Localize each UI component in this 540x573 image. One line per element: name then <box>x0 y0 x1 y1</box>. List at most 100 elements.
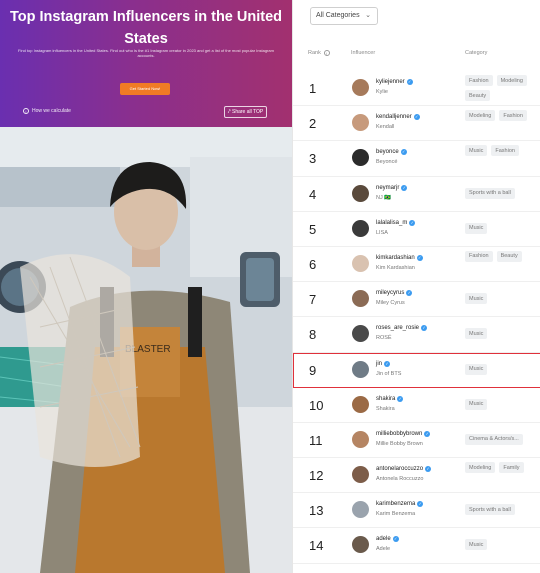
influencer-handle[interactable]: roses_are_rosie ✓ <box>376 325 428 332</box>
category-chips: Cinema & Actors/s... <box>465 433 540 445</box>
table-row[interactable]: 1 kyliejenner ✓ Kylie Fashion Modeling Beauty <box>293 71 540 107</box>
info-icon[interactable]: i <box>323 50 330 56</box>
avatar[interactable] <box>352 290 369 308</box>
category-chip[interactable]: Beauty <box>496 250 522 262</box>
category-chip[interactable]: Sports with a ball <box>465 187 515 199</box>
table-row[interactable]: 2 kendalljenner ✓ Kendall Modeling Fashion <box>293 106 540 142</box>
info-icon: i <box>23 108 29 114</box>
influencer-handle[interactable]: neymarjr ✓ <box>376 184 408 191</box>
table-row[interactable]: 5 lalalalisa_m ✓ LISA Music <box>293 212 540 247</box>
category-chip[interactable]: Music <box>465 328 488 340</box>
category-chip[interactable]: Fashion <box>499 110 527 122</box>
category-chips: Music <box>465 398 540 410</box>
avatar[interactable] <box>352 219 369 237</box>
influencer-handle[interactable]: mileycyrus ✓ <box>376 290 413 297</box>
category-chip[interactable]: Music <box>465 293 488 305</box>
avatar[interactable] <box>352 79 369 96</box>
category-chip[interactable]: Music <box>465 222 488 234</box>
verified-icon: ✓ <box>384 360 391 367</box>
influencer-handle[interactable]: beyonce ✓ <box>376 149 407 156</box>
table-row[interactable]: 14 adele ✓ Adele Music <box>293 528 540 564</box>
verified-icon: ✓ <box>400 149 407 156</box>
avatar[interactable] <box>352 360 369 378</box>
avatar[interactable] <box>352 149 369 167</box>
category-chip[interactable]: Modeling <box>496 75 527 86</box>
category-chips: Sports with a ball <box>465 187 540 199</box>
category-chip[interactable]: Music <box>465 145 488 157</box>
influencer-handle[interactable]: karimbenzema ✓ <box>376 501 424 508</box>
table-row[interactable]: 8 roses_are_rosie ✓ ROSÉ Music <box>293 317 540 353</box>
category-chip[interactable]: Family <box>499 462 524 474</box>
rank-number: 9 <box>309 362 317 378</box>
rankings-panel: All Categories ⌄ Rank i Influencer Categ… <box>292 0 540 573</box>
handle-text: milliebobbybrown <box>376 430 423 437</box>
category-chip[interactable]: Music <box>465 398 488 410</box>
verified-icon: ✓ <box>413 114 420 121</box>
category-chips: Fashion Modeling Beauty <box>465 75 540 101</box>
avatar[interactable] <box>352 325 369 343</box>
influencer-handle[interactable]: adele ✓ <box>376 536 399 543</box>
influencer-name: Adele <box>376 546 391 553</box>
avatar[interactable] <box>352 501 369 519</box>
verified-icon: ✓ <box>409 219 416 226</box>
influencer-handle[interactable]: milliebobbybrown ✓ <box>376 430 431 437</box>
table-row[interactable]: 4 neymarjr ✓ NJ 🇧🇷 Sports with a ball <box>293 177 540 212</box>
influencer-handle[interactable]: shakira ✓ <box>376 395 404 402</box>
category-filter-label: All Categories <box>316 12 360 19</box>
table-row[interactable]: 7 mileycyrus ✓ Miley Cyrus Music <box>293 282 540 318</box>
influencer-name: Karim Benzema <box>376 511 416 518</box>
chevron-down-icon: ⌄ <box>365 12 371 19</box>
how-we-calculate-link[interactable]: i How we calculate <box>23 108 71 114</box>
category-chip[interactable]: Music <box>465 539 488 551</box>
category-filter-select[interactable]: All Categories ⌄ <box>310 7 378 25</box>
category-chips: Music Fashion <box>465 145 540 157</box>
influencer-handle[interactable]: lalalalisa_m ✓ <box>376 219 416 226</box>
avatar[interactable] <box>352 114 369 132</box>
table-row[interactable]: 13 karimbenzema ✓ Karim Benzema Sports with … <box>293 493 540 529</box>
category-chips: Sports with a ball <box>465 504 540 516</box>
avatar[interactable] <box>352 395 369 413</box>
category-header: Category <box>465 50 488 56</box>
handle-text: lalalalisa_m <box>376 219 408 226</box>
influencer-name: Kylie <box>376 89 388 95</box>
table-row[interactable]: 9 jin ✓ Jin of BTS Music <box>293 352 540 388</box>
category-chips: Music <box>465 328 540 340</box>
table-row[interactable]: 10 shakira ✓ Shakira Music <box>293 388 540 423</box>
handle-text: karimbenzema <box>376 501 416 508</box>
influencer-handle[interactable]: kendalljenner ✓ <box>376 114 420 121</box>
avatar[interactable] <box>352 430 369 448</box>
category-chips: Fashion Beauty <box>465 250 540 262</box>
table-row[interactable]: 12 antonelaroccuzzo ✓ Antonela Roccuzzo Mode… <box>293 458 540 494</box>
influencer-handle[interactable]: jin ✓ <box>376 360 391 367</box>
category-chip[interactable]: Sports with a ball <box>465 504 515 516</box>
rankings-table: 1 kyliejenner ✓ Kylie Fashion Modeling Beauty 2… <box>293 71 540 564</box>
category-chip[interactable]: Fashion <box>491 145 519 157</box>
avatar[interactable] <box>352 536 369 554</box>
share-all-top-button[interactable]: ⤤ Share all TOP <box>224 106 267 118</box>
influencer-handle[interactable]: kimkardashian ✓ <box>376 254 423 261</box>
share-label: Share all TOP <box>231 109 264 115</box>
verified-icon: ✓ <box>421 325 428 332</box>
category-chips: Music <box>465 222 540 234</box>
get-started-button[interactable]: Get Started Now! <box>120 83 170 95</box>
rank-number: 7 <box>309 292 317 308</box>
table-row[interactable]: 11 milliebobbybrown ✓ Millie Bobby Brown Cin… <box>293 423 540 459</box>
category-chip[interactable]: Beauty <box>465 90 491 101</box>
avatar[interactable] <box>352 466 369 484</box>
category-chip[interactable]: Cinema & Actors/s... <box>465 433 523 445</box>
avatar[interactable] <box>352 254 369 272</box>
rank-number: 14 <box>309 538 324 554</box>
category-chip[interactable]: Modeling <box>465 110 496 122</box>
avatar[interactable] <box>352 184 369 202</box>
influencer-handle[interactable]: antonelaroccuzzo ✓ <box>376 466 432 473</box>
table-row[interactable]: 6 kimkardashian ✓ Kim Kardashian Fashion Beau… <box>293 247 540 283</box>
influencer-handle[interactable]: kyliejenner ✓ <box>376 79 413 85</box>
table-row[interactable]: 3 beyonce ✓ Beyoncé Music Fashion <box>293 141 540 177</box>
category-chip[interactable]: Fashion <box>465 75 493 86</box>
category-chip[interactable]: Modeling <box>465 462 496 474</box>
rank-header-label: Rank <box>308 50 321 56</box>
verified-icon: ✓ <box>406 79 413 85</box>
category-chip[interactable]: Fashion <box>465 250 493 262</box>
category-chip[interactable]: Music <box>465 363 488 375</box>
category-chips: Music <box>465 293 540 305</box>
